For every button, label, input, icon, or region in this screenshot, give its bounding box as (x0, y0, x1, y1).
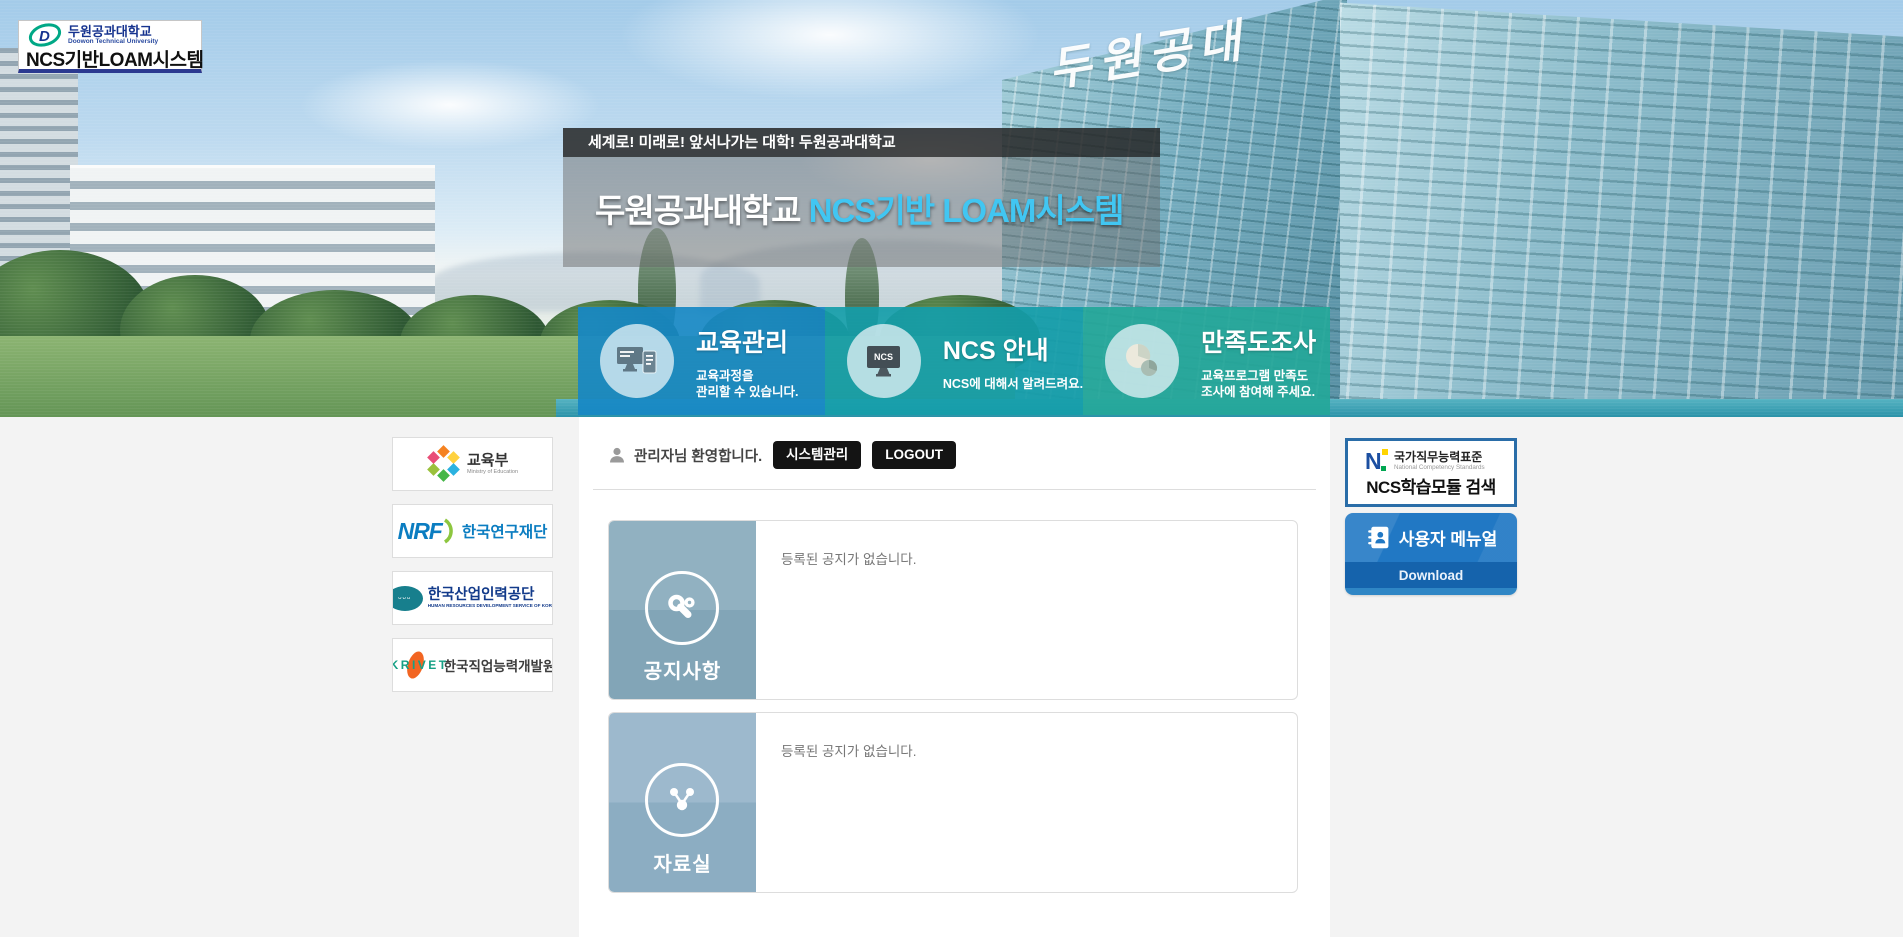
board-title: 공지사항 (609, 655, 756, 684)
banner-title-area: 두원공과대학교 NCS기반 LOAM시스템 (563, 157, 1160, 267)
ncs-module-search-link[interactable]: N 국가직무능력표준 National Competency Standards… (1345, 438, 1517, 507)
partner-link-nrf[interactable]: NRF 한국연구재단 (392, 504, 553, 558)
site-logo[interactable]: D 두원공과대학교 Doowon Technical University NC… (18, 20, 202, 73)
ncs-n-letter: N (1365, 448, 1382, 474)
ncs-widget-header: N 국가직무능력표준 National Competency Standards (1365, 448, 1485, 474)
partner-link-krivet[interactable]: KRIVET 한국직업능력개발원 (392, 638, 553, 692)
partner-subtitle: HUMAN RESOURCES DEVELOPMENT SERVICE OF K… (428, 603, 553, 609)
banner-title: 두원공과대학교 NCS기반 LOAM시스템 (563, 157, 1160, 232)
card-text: 교육관리 교육과정을 관리할 수 있습니다. (696, 323, 798, 400)
card-title: NCS 안내 (943, 331, 1083, 367)
card-icon-circle: NCS (847, 324, 921, 398)
banner-tagline: 세계로! 미래로! 앞서나가는 대학! 두원공과대학교 (563, 128, 1160, 157)
cloud-shape (620, 0, 1040, 100)
partner-abbr: KRIVET (392, 658, 449, 672)
svg-text:D: D (39, 28, 50, 45)
card-description-line: 관리할 수 있습니다. (696, 384, 798, 400)
partner-link-moe[interactable]: 교육부 Ministry of Education (392, 437, 553, 491)
user-icon (608, 446, 626, 464)
card-description-line: 조사에 참여해 주세요. (1201, 384, 1316, 400)
tile-icon-circle (645, 763, 719, 837)
system-admin-button[interactable]: 시스템관리 (773, 441, 861, 469)
board-empty-message: 등록된 공지가 없습니다. (781, 740, 916, 760)
logo-university-name: 두원공과대학교 (68, 25, 158, 38)
card-description: NCS에 대해서 알려드려요. (943, 376, 1083, 392)
ncs-logo-yellow-mark (1382, 449, 1388, 455)
ncs-monitor-icon: NCS (863, 343, 905, 379)
ncs-n-logo-icon: N (1365, 448, 1389, 474)
card-description-line: 교육프로그램 만족도 (1201, 368, 1316, 384)
logout-button[interactable]: LOGOUT (872, 441, 956, 469)
logo-system-name: NCS기반LOAM시스템 (26, 45, 203, 72)
ncs-standards-label-en: National Competency Standards (1394, 464, 1485, 472)
hrdk-oval-icon: ᵕᵕᵕ (392, 586, 423, 611)
manual-label: 사용자 메뉴얼 (1399, 525, 1498, 550)
admin-bar: 관리자님 환영합니다. 시스템관리 LOGOUT (608, 441, 956, 469)
partner-name: 교육부 (467, 453, 518, 469)
card-description-line: 교육과정을 (696, 368, 798, 384)
pie-chart-icon (1122, 341, 1162, 381)
card-education-management[interactable]: 교육관리 교육과정을 관리할 수 있습니다. (578, 307, 825, 415)
board-title: 자료실 (609, 848, 756, 877)
share-nodes-icon (664, 782, 700, 818)
ncs-search-label: NCS학습모듈 검색 (1348, 473, 1514, 498)
partner-name: 한국직업능력개발원 (444, 655, 553, 675)
archive-board-panel: 자료실 등록된 공지가 없습니다. (608, 712, 1298, 893)
svg-text:NCS: NCS (874, 352, 893, 362)
wrench-icon (664, 590, 700, 626)
card-ncs-guide[interactable]: NCS NCS 안내 NCS에 대해서 알려드려요. (825, 307, 1083, 415)
notebook-icon (1365, 524, 1392, 551)
pinwheel-icon (427, 447, 461, 481)
banner-title-university: 두원공과대학교 (595, 192, 801, 229)
archive-board-tile[interactable]: 자료실 (609, 713, 756, 892)
manual-header: 사용자 메뉴얼 (1345, 513, 1517, 562)
doowon-emblem-icon: D (27, 23, 63, 47)
card-icon-circle (600, 324, 674, 398)
user-manual-download[interactable]: 사용자 메뉴얼 Download (1345, 513, 1517, 595)
board-empty-message: 등록된 공지가 없습니다. (781, 548, 916, 568)
partner-abbr: NRF (398, 518, 442, 545)
banner-overlay: 세계로! 미래로! 앞서나가는 대학! 두원공과대학교 두원공과대학교 NCS기… (563, 128, 1160, 267)
card-title: 만족도조사 (1201, 323, 1316, 359)
card-text: NCS 안내 NCS에 대해서 알려드려요. (943, 331, 1083, 392)
card-description: 교육과정을 관리할 수 있습니다. (696, 368, 798, 400)
manual-footer-strip (1345, 588, 1517, 595)
ncs-standards-label: 국가직무능력표준 (1394, 451, 1485, 464)
section-divider (593, 489, 1316, 490)
devices-icon (615, 343, 659, 379)
card-description-line: NCS에 대해서 알려드려요. (943, 376, 1083, 392)
banner-title-system: NCS기반 LOAM시스템 (809, 192, 1124, 229)
admin-welcome-text: 관리자님 환영합니다. (634, 445, 762, 466)
partner-name: 한국연구재단 (462, 520, 548, 542)
partner-name: 한국산업인력공단 (428, 588, 553, 603)
card-text: 만족도조사 교육프로그램 만족도 조사에 참여해 주세요. (1201, 323, 1316, 400)
cloud-shape (300, 60, 600, 150)
tile-icon-circle (645, 571, 719, 645)
quick-menu-cards: 교육관리 교육과정을 관리할 수 있습니다. NCS NCS 안내 NC (578, 307, 1330, 415)
notice-board-tile[interactable]: 공지사항 (609, 521, 756, 699)
partner-subtitle: Ministry of Education (467, 469, 518, 476)
card-icon-circle (1105, 324, 1179, 398)
card-satisfaction-survey[interactable]: 만족도조사 교육프로그램 만족도 조사에 참여해 주세요. (1083, 307, 1330, 415)
manual-download-button[interactable]: Download (1345, 562, 1517, 588)
card-title: 교육관리 (696, 323, 798, 359)
card-description: 교육프로그램 만족도 조사에 참여해 주세요. (1201, 368, 1316, 400)
page: 두원공대 D 두원공과대학교 Doowon Technical Universi… (0, 0, 1903, 937)
ncs-logo-green-mark (1381, 466, 1386, 471)
right-building-face (1340, 0, 1903, 417)
notice-board-panel: 공지사항 등록된 공지가 없습니다. (608, 520, 1298, 700)
partner-link-hrdk[interactable]: ᵕᵕᵕ 한국산업인력공단 HUMAN RESOURCES DEVELOPMENT… (392, 571, 553, 625)
nrf-crescent-icon (442, 517, 456, 545)
krivet-oval-icon: KRIVET (392, 650, 442, 680)
logo-row: D 두원공과대학교 Doowon Technical University (27, 24, 158, 46)
